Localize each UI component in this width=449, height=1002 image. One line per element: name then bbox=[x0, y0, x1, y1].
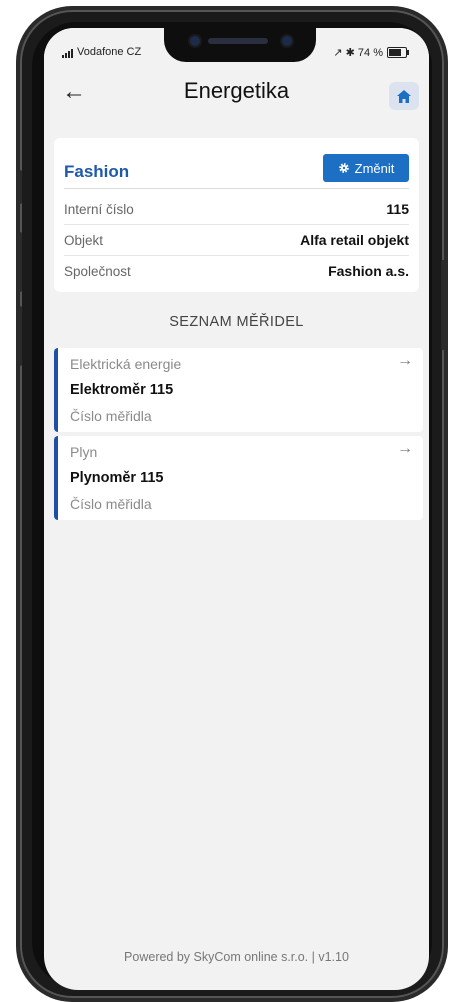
status-indicators: ↗ ✱ 74 % bbox=[333, 46, 409, 59]
info-value: 115 bbox=[386, 201, 409, 217]
app-screen: Vodafone CZ ↗ ✱ 74 % ← Energetika Fashio… bbox=[44, 28, 429, 990]
info-value: Alfa retail objekt bbox=[300, 232, 409, 248]
speaker-grille bbox=[208, 38, 268, 44]
volume-down-button bbox=[17, 306, 22, 366]
info-value: Fashion a.s. bbox=[328, 263, 409, 279]
volume-up-button bbox=[17, 232, 22, 292]
meter-number-label: Číslo měřidla bbox=[70, 408, 152, 424]
object-name: Fashion bbox=[64, 162, 130, 181]
arrow-right-icon: → bbox=[397, 440, 413, 457]
camera-icon bbox=[190, 36, 200, 46]
page-title: Energetika bbox=[183, 78, 290, 103]
mute-switch bbox=[17, 170, 22, 204]
meter-type: Plyn bbox=[70, 444, 98, 460]
object-info-card: Fashion Změnit Interní číslo 115 Objekt … bbox=[54, 138, 419, 292]
home-icon bbox=[397, 89, 411, 103]
arrow-right-icon: → bbox=[397, 352, 413, 369]
divider bbox=[64, 188, 409, 189]
carrier-info: Vodafone CZ bbox=[62, 46, 141, 58]
meter-item-gas[interactable]: Plyn Plynoměr 115 Číslo měřidla → bbox=[54, 436, 423, 520]
status-indicator-text: ↗ ✱ 74 % bbox=[333, 47, 383, 59]
notch bbox=[164, 28, 316, 62]
section-title: SEZNAM MĚŘIDEL bbox=[169, 314, 304, 330]
info-label: Objekt bbox=[64, 233, 104, 248]
signal-icon bbox=[62, 49, 73, 58]
footer-text: Powered by SkyCom online s.r.o. | v1.10 bbox=[124, 950, 349, 964]
carrier-name: Vodafone CZ bbox=[77, 46, 142, 58]
info-label: Interní číslo bbox=[64, 202, 134, 217]
power-button bbox=[441, 260, 446, 350]
meter-type: Elektrická energie bbox=[70, 356, 182, 372]
info-row-internal-number: Interní číslo 115 bbox=[64, 194, 409, 225]
app-header: ← Energetika bbox=[44, 68, 429, 120]
sensor-icon bbox=[282, 36, 292, 46]
home-button[interactable] bbox=[389, 82, 419, 110]
meter-item-electricity[interactable]: Elektrická energie Elektroměr 115 Číslo … bbox=[54, 348, 423, 432]
gear-icon bbox=[338, 163, 349, 173]
info-row-company: Společnost Fashion a.s. bbox=[64, 256, 409, 286]
meter-name: Elektroměr 115 bbox=[70, 382, 174, 398]
change-button-label: Změnit bbox=[354, 160, 395, 176]
battery-icon bbox=[387, 47, 409, 58]
change-button[interactable]: Změnit bbox=[323, 154, 409, 182]
info-row-object: Objekt Alfa retail objekt bbox=[64, 225, 409, 256]
info-label: Společnost bbox=[64, 264, 131, 279]
meter-name: Plynoměr 115 bbox=[70, 470, 164, 486]
status-bar: Vodafone CZ ↗ ✱ 74 % bbox=[44, 28, 429, 68]
meter-number-label: Číslo měřidla bbox=[70, 496, 152, 512]
